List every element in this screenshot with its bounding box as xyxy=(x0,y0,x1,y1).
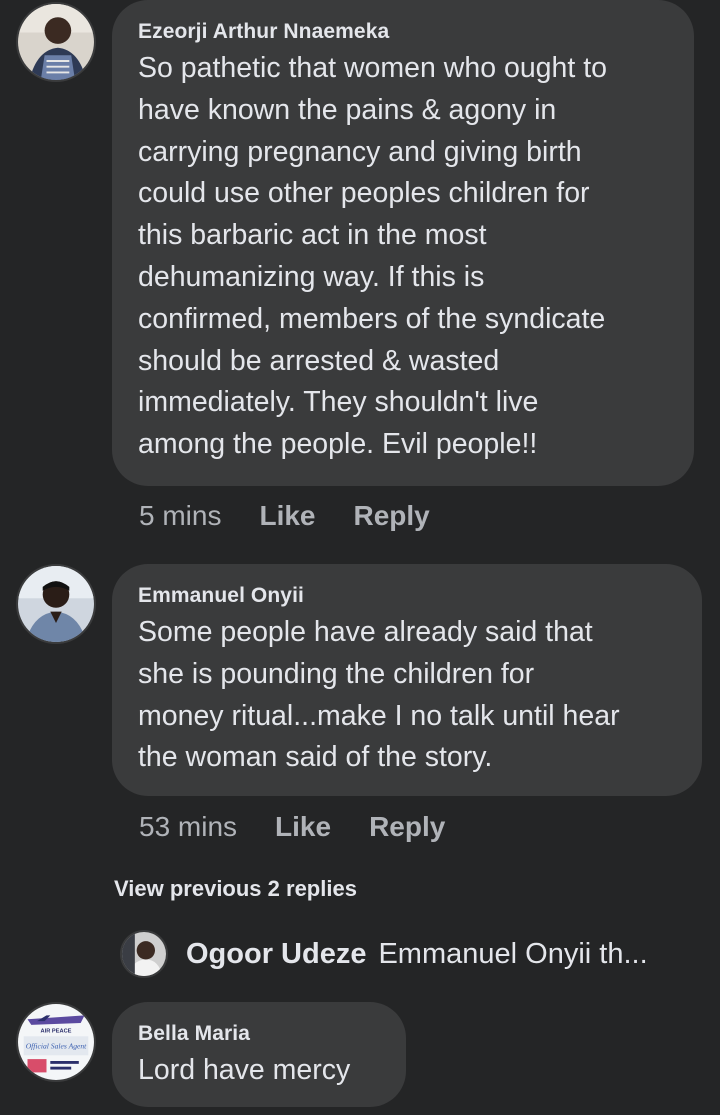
reply-text: Emmanuel Onyii th... xyxy=(378,937,648,970)
like-button[interactable]: Like xyxy=(259,500,315,532)
comment-bubble: Bella Maria Lord have mercy xyxy=(112,1002,406,1107)
comment-timestamp[interactable]: 5 mins xyxy=(139,500,221,532)
comment-actions: 53 mins Like Reply xyxy=(139,811,483,843)
comment-author[interactable]: Ezeorji Arthur Nnaemeka xyxy=(138,20,668,44)
comment-text: So pathetic that women who ought to have… xyxy=(138,52,607,461)
reply-button[interactable]: Reply xyxy=(354,500,430,532)
avatar-bella[interactable]: AIR PEACE Official Sales Agent xyxy=(16,1002,96,1082)
reply-preview[interactable]: Ogoor Udeze Emmanuel Onyii th... xyxy=(120,930,648,978)
like-button[interactable]: Like xyxy=(275,811,331,843)
profile-photo-icon xyxy=(122,932,166,976)
view-previous-replies-link[interactable]: View previous 2 replies xyxy=(114,876,357,902)
comment-author[interactable]: Emmanuel Onyii xyxy=(138,584,676,608)
avatar-logo-line1: AIR PEACE xyxy=(41,1029,72,1035)
comment-bubble: Emmanuel Onyii Some people have already … xyxy=(112,564,702,796)
profile-photo-icon xyxy=(18,4,94,80)
profile-photo-icon xyxy=(18,566,94,642)
comment-timestamp[interactable]: 53 mins xyxy=(139,811,237,843)
comment-text: Some people have already said that she i… xyxy=(138,616,620,774)
reply-author[interactable]: Ogoor Udeze xyxy=(186,938,366,971)
comment-actions: 5 mins Like Reply xyxy=(139,500,468,532)
comment-author[interactable]: Bella Maria xyxy=(138,1022,380,1046)
avatar-ezeorji[interactable] xyxy=(16,2,96,82)
avatar-ogoor[interactable] xyxy=(120,930,168,978)
air-peace-logo-icon: AIR PEACE Official Sales Agent xyxy=(18,1004,94,1080)
comment-bubble: Ezeorji Arthur Nnaemeka So pathetic that… xyxy=(112,0,694,486)
comment-text: Lord have mercy xyxy=(138,1054,351,1086)
reply-button[interactable]: Reply xyxy=(369,811,445,843)
avatar-logo-line2: Official Sales Agent xyxy=(26,1042,87,1051)
avatar-emmanuel[interactable] xyxy=(16,564,96,644)
